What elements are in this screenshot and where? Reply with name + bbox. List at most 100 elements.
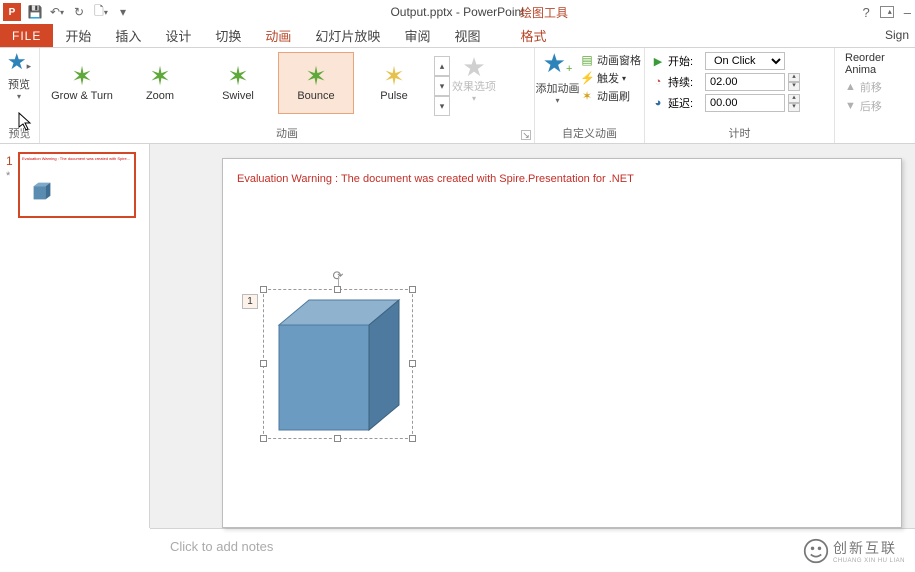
tab-home[interactable]: 开始 (53, 24, 103, 47)
animation-sequence-badge[interactable]: 1 (242, 294, 258, 309)
effect-options-button: ★ 效果选项 ▾ (452, 52, 496, 103)
tab-animations[interactable]: 动画 (253, 24, 303, 47)
animation-painter-button[interactable]: ✶动画刷 (580, 88, 641, 104)
preview-label: 预览 (0, 76, 38, 92)
tab-review[interactable]: 审阅 (392, 24, 442, 47)
preview-star-icon: ★▸ (0, 52, 38, 76)
tab-format[interactable]: 格式 (508, 24, 558, 47)
sign-in-link[interactable]: Sign (885, 28, 909, 42)
pane-icon: ▤ (580, 53, 594, 67)
effect-options-star-icon: ★ (452, 56, 496, 78)
start-icon: ▶ (651, 55, 665, 68)
thumbnail-animation-indicator: * (6, 170, 10, 182)
animation-gallery: ✶Grow & Turn ✶Zoom ✶Swivel ✶Bounce ✶Puls… (40, 48, 534, 116)
resize-handle[interactable] (334, 435, 341, 442)
resize-handle[interactable] (409, 435, 416, 442)
slide-canvas[interactable]: Evaluation Warning : The document was cr… (222, 158, 902, 528)
delay-input[interactable] (705, 94, 785, 112)
gallery-item-bounce[interactable]: ✶Bounce (278, 52, 354, 114)
qat-customize[interactable]: ▾ (112, 1, 134, 23)
watermark-subtext: CHUANG XIN HU LIAN (833, 558, 905, 564)
duration-spinner[interactable]: ▴▾ (788, 73, 800, 91)
trigger-icon: ⚡ (580, 71, 594, 85)
scroll-down-icon[interactable]: ▾ (434, 76, 450, 96)
trigger-button[interactable]: ⚡触发▾ (580, 70, 641, 86)
gallery-item-swivel[interactable]: ✶Swivel (200, 52, 276, 114)
resize-handle[interactable] (260, 286, 267, 293)
duration-icon: ◔ (651, 76, 665, 88)
arrow-down-icon: ▼ (845, 100, 856, 112)
help-icon[interactable]: ? (863, 5, 870, 20)
qat-save[interactable]: 💾 (24, 1, 46, 23)
duration-label: 持续: (668, 74, 702, 90)
group-advanced-animation: ★+ 添加动画 ▾ ▤动画窗格 ⚡触发▾ ✶动画刷 自定义动画 (535, 48, 645, 143)
watermark-text: 创新互联 (833, 538, 905, 558)
resize-handle[interactable] (260, 435, 267, 442)
star-icon: ✶ (305, 64, 327, 88)
delay-label: 延迟: (668, 95, 702, 111)
add-animation-star-icon: ★+ (535, 52, 580, 80)
resize-handle[interactable] (334, 286, 341, 293)
tab-design[interactable]: 设计 (153, 24, 203, 47)
tab-insert[interactable]: 插入 (103, 24, 153, 47)
qat-redo[interactable]: ↻ (68, 1, 90, 23)
move-earlier-button: ▲前移 (845, 79, 911, 95)
group-label-advanced: 自定义动画 (535, 125, 644, 141)
star-icon: ✶ (383, 64, 405, 88)
gallery-item-pulse[interactable]: ✶Pulse (356, 52, 432, 114)
group-animation: ✶Grow & Turn ✶Zoom ✶Swivel ✶Bounce ✶Puls… (40, 48, 535, 143)
title-bar: P 💾 ↶▾ ↻ 🗋▾ ▾ Output.pptx - PowerPoint 绘… (0, 0, 915, 24)
slide-thumbnail-panel[interactable]: 1 * Evaluation Warning : The document wa… (0, 144, 150, 528)
ribbon: ★▸ 预览 ▾ 预览 ✶Grow & Turn ✶Zoom ✶Swivel ✶B… (0, 48, 915, 144)
watermark: 创新互联 CHUANG XIN HU LIAN (799, 536, 909, 566)
star-icon: ✶ (149, 64, 171, 88)
start-label: 开始: (668, 53, 702, 69)
resize-handle[interactable] (409, 360, 416, 367)
start-select[interactable]: On Click (705, 52, 785, 70)
group-launcher-animation[interactable]: ↘ (521, 130, 531, 140)
gallery-scroll[interactable]: ▴▾▾ (434, 56, 450, 116)
group-label-preview: 预览 (0, 125, 39, 141)
reorder-title: Reorder Anima (845, 52, 911, 76)
animation-pane-button[interactable]: ▤动画窗格 (580, 52, 641, 68)
tab-view[interactable]: 视图 (442, 24, 492, 47)
slide-editor-area[interactable]: Evaluation Warning : The document was cr… (150, 144, 915, 528)
arrow-up-icon: ▲ (845, 81, 856, 93)
delay-icon: ◕ (651, 97, 665, 109)
qat-undo[interactable]: ↶▾ (46, 1, 68, 23)
group-preview: ★▸ 预览 ▾ 预览 (0, 48, 40, 143)
evaluation-warning: Evaluation Warning : The document was cr… (237, 173, 634, 185)
qat-new[interactable]: 🗋▾ (90, 1, 112, 23)
watermark-logo-icon (803, 538, 829, 564)
scroll-more-icon[interactable]: ▾ (434, 96, 450, 116)
resize-handle[interactable] (260, 360, 267, 367)
scroll-up-icon[interactable]: ▴ (434, 56, 450, 76)
tab-transitions[interactable]: 切换 (203, 24, 253, 47)
ribbon-display-options-icon[interactable]: ▴ (880, 6, 894, 18)
cube-shape[interactable] (264, 290, 414, 440)
painter-icon: ✶ (580, 89, 594, 103)
tab-file[interactable]: FILE (0, 24, 53, 47)
main-area: 1 * Evaluation Warning : The document wa… (0, 144, 915, 528)
group-timing: ▶ 开始: On Click ◔ 持续: ▴▾ ◕ 延迟: ▴▾ 计时 (645, 48, 835, 143)
group-reorder: Reorder Anima ▲前移 ▼后移 (835, 48, 915, 143)
minimize-icon[interactable]: – (904, 5, 911, 20)
selected-shape-frame[interactable]: 1 ⟳ (263, 289, 413, 439)
gallery-item-zoom[interactable]: ✶Zoom (122, 52, 198, 114)
window-title: Output.pptx - PowerPoint (390, 5, 524, 19)
star-icon: ✶ (227, 64, 249, 88)
delay-spinner[interactable]: ▴▾ (788, 94, 800, 112)
slide-thumbnail-1[interactable]: 1 * Evaluation Warning : The document wa… (8, 152, 141, 218)
duration-input[interactable] (705, 73, 785, 91)
thumbnail-number: 1 (6, 154, 13, 168)
tab-slideshow[interactable]: 幻灯片放映 (303, 24, 392, 47)
group-label-timing: 计时 (645, 125, 834, 141)
preview-button[interactable]: ★▸ 预览 ▾ (0, 48, 38, 101)
mini-warning: Evaluation Warning : The document was cr… (22, 156, 130, 161)
resize-handle[interactable] (409, 286, 416, 293)
gallery-item-grow-turn[interactable]: ✶Grow & Turn (44, 52, 120, 114)
ribbon-tabs: FILE 开始 插入 设计 切换 动画 幻灯片放映 审阅 视图 格式 (0, 24, 915, 48)
add-animation-button[interactable]: ★+ 添加动画 ▾ (535, 48, 580, 105)
contextual-tools-label: 绘图工具 (520, 0, 568, 24)
move-later-button: ▼后移 (845, 98, 911, 114)
